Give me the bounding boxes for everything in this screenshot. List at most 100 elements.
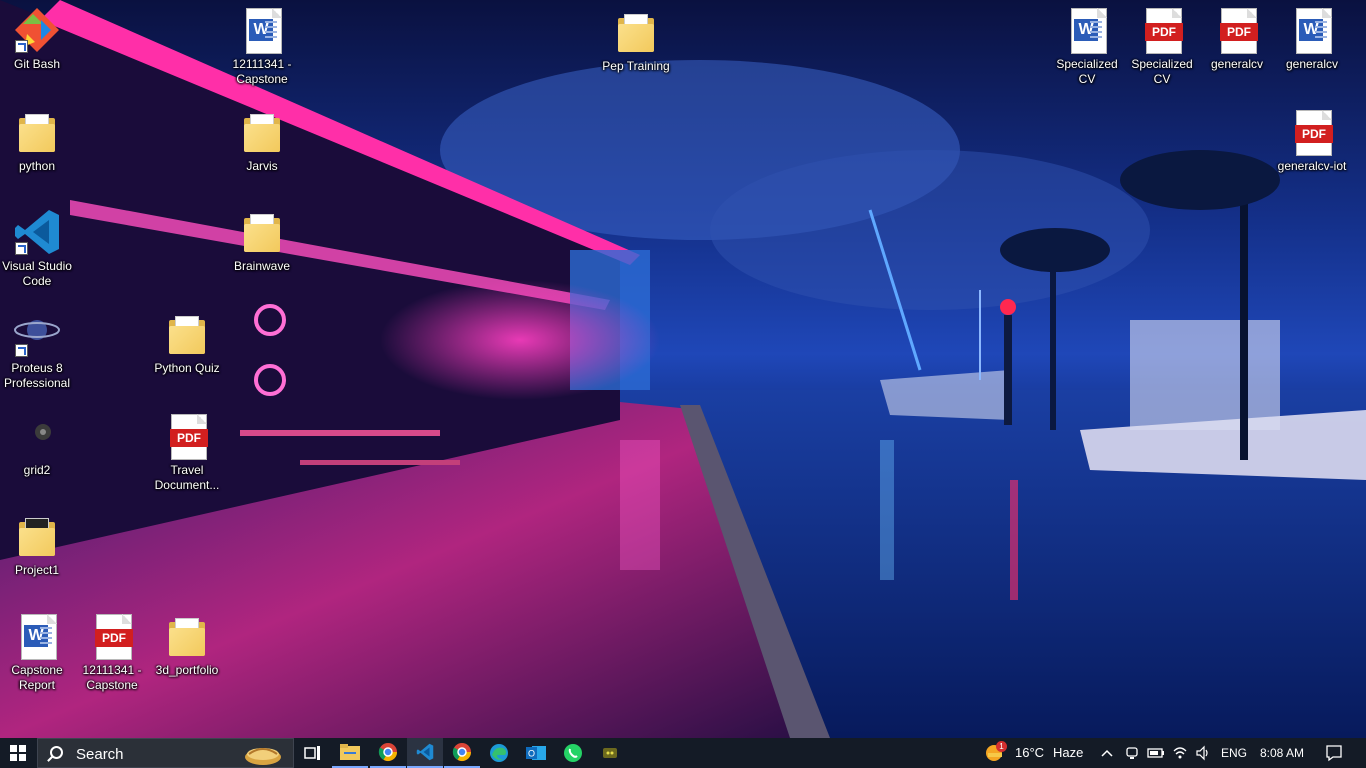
- tray-battery[interactable]: [1147, 745, 1164, 761]
- desktop-icon-label: Specialized CV: [1131, 57, 1193, 86]
- taskbar-whatsapp[interactable]: [555, 738, 591, 768]
- desktop-icon-project1[interactable]: Project1: [0, 512, 75, 578]
- taskbar-app[interactable]: [592, 738, 628, 768]
- taskbar-outlook[interactable]: O: [518, 738, 554, 768]
- taskbar-file-explorer[interactable]: [332, 738, 368, 768]
- chrome-icon: [452, 743, 471, 762]
- desktop-icon-label: Brainwave: [233, 259, 291, 273]
- grid2-icon: [13, 412, 61, 460]
- folder-icon: [163, 612, 211, 660]
- desktop-icon-pep-training[interactable]: Pep Training: [598, 8, 674, 74]
- desktop-icon-label: Pep Training: [602, 59, 670, 73]
- desktop-icon-capstone-pdf[interactable]: PDF 12111341 - Capstone: [74, 612, 150, 693]
- shortcut-arrow-icon: [15, 242, 28, 255]
- pdf-badge: PDF: [1220, 23, 1258, 41]
- whatsapp-icon: [564, 744, 582, 762]
- word-doc-icon: W: [1288, 6, 1336, 54]
- desktop-icon-label: Proteus 8 Professional: [3, 361, 71, 390]
- pdf-badge: PDF: [1145, 23, 1183, 41]
- pdf-icon: PDF: [1138, 6, 1186, 54]
- vscode-icon: [13, 208, 61, 256]
- desktop-icon-brainwave[interactable]: Brainwave: [224, 208, 300, 274]
- file-explorer-icon: [340, 744, 360, 760]
- notification-center-button[interactable]: [1325, 744, 1343, 762]
- desktop-icon-travel-document[interactable]: PDF Travel Document...: [149, 412, 225, 493]
- desktop-icon-label: generalcv: [1210, 57, 1264, 71]
- taskbar-edge[interactable]: [481, 738, 517, 768]
- desktop-icon-label: Travel Document...: [154, 463, 220, 492]
- language-indicator[interactable]: ENG: [1221, 746, 1247, 760]
- desktop-icon-label: Visual Studio Code: [2, 259, 72, 288]
- desktop-icon-generalcv-iot[interactable]: PDF generalcv-iot: [1274, 108, 1350, 174]
- desktop-icon-label: generalcv: [1285, 57, 1339, 71]
- pdf-icon: PDF: [163, 412, 211, 460]
- taskbar-chrome-profile[interactable]: [444, 738, 480, 768]
- pdf-icon: PDF: [1288, 108, 1336, 156]
- desktop-icon-label: grid2: [23, 463, 51, 477]
- desktop-icon-vscode[interactable]: Visual Studio Code: [0, 208, 75, 289]
- desktop-icon-generalcv-pdf[interactable]: PDF generalcv: [1199, 6, 1275, 72]
- battery-icon: [1147, 748, 1164, 758]
- shortcut-arrow-icon: [15, 344, 28, 357]
- desktop-icon-3d-portfolio[interactable]: 3d_portfolio: [149, 612, 225, 678]
- desktop-icon-label: Git Bash: [13, 57, 61, 71]
- tray-volume[interactable]: [1195, 745, 1211, 761]
- weather-condition: Haze: [1053, 745, 1084, 760]
- task-view-button[interactable]: [294, 738, 330, 768]
- pdf-icon: PDF: [88, 612, 136, 660]
- desktop-icon-capstone-report[interactable]: W Capstone Report: [0, 612, 75, 693]
- chevron-up-icon: [1101, 749, 1113, 757]
- webcam-icon: [1126, 747, 1138, 759]
- pdf-icon: PDF: [1213, 6, 1261, 54]
- vscode-icon: [416, 743, 434, 761]
- shortcut-arrow-icon: [15, 40, 28, 53]
- chrome-icon: [378, 743, 397, 762]
- folder-icon: [13, 512, 61, 560]
- desktop-icon-git-bash[interactable]: Git Bash: [0, 6, 75, 72]
- weather-notification-badge: 1: [996, 741, 1007, 752]
- desktop-icon-label: 12111341 - Capstone: [82, 663, 142, 692]
- weather-temperature: 16°C: [1015, 745, 1045, 760]
- desktop-icon-label: Python Quiz: [154, 361, 220, 375]
- desktop-icon-python-quiz[interactable]: Python Quiz: [149, 310, 225, 376]
- notification-icon: [1326, 745, 1342, 762]
- desktop-icon-label: Capstone Report: [11, 663, 63, 692]
- desktop-icon-label: generalcv-iot: [1277, 159, 1347, 173]
- folder-icon: [238, 208, 286, 256]
- git-bash-icon: [13, 6, 61, 54]
- word-doc-icon: W: [238, 6, 286, 54]
- folder-icon: [612, 8, 660, 56]
- desktop-icon-label: 3d_portfolio: [155, 663, 219, 677]
- tray-meet-now[interactable]: [1124, 745, 1140, 761]
- svg-text:O: O: [528, 749, 535, 759]
- taskbar-search-box[interactable]: Search: [37, 738, 294, 768]
- desktop-icon-label: Project1: [14, 563, 60, 577]
- desktop-icon-proteus[interactable]: Proteus 8 Professional: [0, 310, 75, 391]
- outlook-icon: O: [526, 746, 546, 760]
- desktop-icon-specialized-cv-pdf[interactable]: PDF Specialized CV: [1124, 6, 1200, 87]
- desktop-icon-capstone-doc[interactable]: W 12111341 - Capstone: [224, 6, 300, 87]
- desktop-icon-python[interactable]: python: [0, 108, 75, 174]
- desktop-icon-generalcv-doc[interactable]: W generalcv: [1274, 6, 1350, 72]
- clock-time[interactable]: 8:08 AM: [1260, 746, 1304, 760]
- folder-icon: [163, 310, 211, 358]
- desktop-icon-specialized-cv-doc[interactable]: W Specialized CV: [1049, 6, 1125, 87]
- desktop-icon-jarvis[interactable]: Jarvis: [224, 108, 300, 174]
- start-button[interactable]: [0, 738, 36, 768]
- taskbar-vscode[interactable]: [407, 738, 443, 768]
- folder-icon: [13, 108, 61, 156]
- desktop-icon-label: Jarvis: [246, 159, 278, 173]
- pdf-badge: PDF: [95, 629, 133, 647]
- search-placeholder: Search: [76, 746, 124, 763]
- folder-icon: [238, 108, 286, 156]
- wifi-icon: [1173, 747, 1187, 759]
- word-doc-icon: W: [13, 612, 61, 660]
- desktop-icon-grid2[interactable]: grid2: [0, 412, 75, 478]
- word-doc-icon: W: [1063, 6, 1111, 54]
- pdf-badge: PDF: [1295, 125, 1333, 143]
- search-highlight-icon: [245, 748, 281, 765]
- tray-wifi[interactable]: [1172, 745, 1188, 761]
- show-hidden-icons-button[interactable]: [1099, 745, 1115, 761]
- desktop-icon-label: 12111341 - Capstone: [232, 57, 292, 86]
- taskbar-chrome[interactable]: [370, 738, 406, 768]
